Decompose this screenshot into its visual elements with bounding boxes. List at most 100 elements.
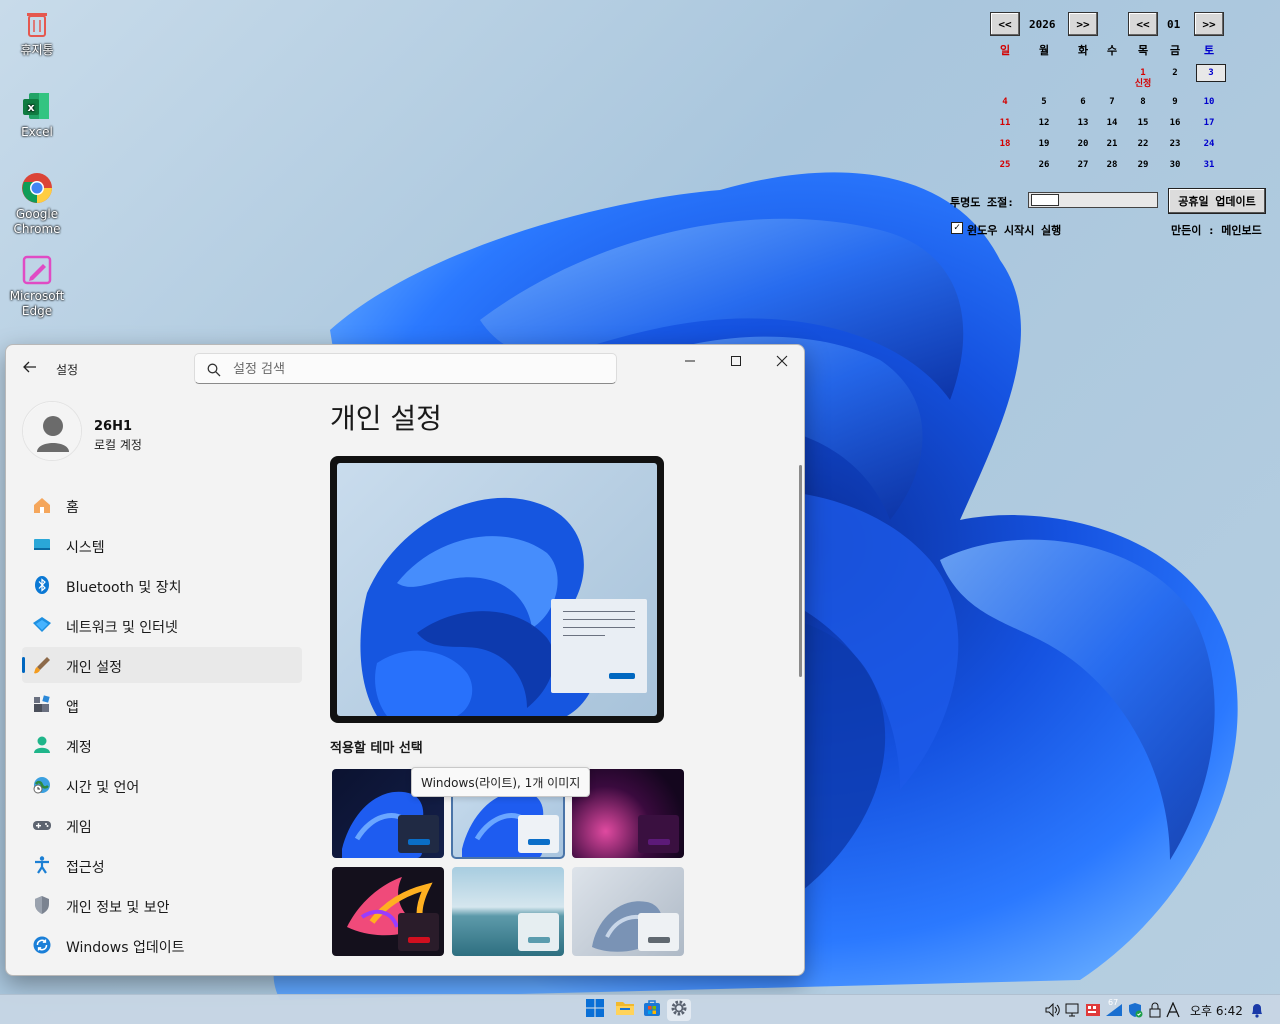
month-label: 01 — [1167, 18, 1181, 31]
minimize-icon — [684, 352, 696, 371]
taskbar-clock[interactable]: 오후 6:42 — [1190, 1002, 1243, 1019]
calendar-day[interactable]: 28 — [1099, 160, 1125, 170]
transparency-slider[interactable] — [1028, 192, 1158, 208]
theme-mini-window — [638, 815, 679, 853]
calendar-day[interactable]: 7 — [1099, 97, 1125, 107]
desktop-icon-excel[interactable]: x Excel — [6, 90, 68, 140]
start-button[interactable] — [583, 999, 607, 1021]
calendar-day[interactable]: 21 — [1099, 139, 1125, 149]
slider-thumb[interactable] — [1031, 194, 1059, 206]
nav-item-home[interactable]: 홈 — [22, 487, 302, 523]
holiday-update-button[interactable]: 공휴일 업데이트 — [1168, 188, 1266, 214]
prev-month-button[interactable]: << — [1128, 12, 1158, 36]
nav-item-gaming[interactable]: 게임 — [22, 807, 302, 843]
desktop-icon-chrome[interactable]: Google Chrome — [6, 172, 68, 237]
maximize-button[interactable] — [713, 345, 759, 377]
calendar-day[interactable]: 20 — [1070, 139, 1096, 149]
theme-sunrise[interactable] — [452, 867, 564, 956]
nav-item-apps[interactable]: 앱 — [22, 687, 302, 723]
calendar-day[interactable]: 15 — [1130, 118, 1156, 128]
author-label: 만든이 : 메인보드 — [1171, 224, 1262, 237]
calendar-day[interactable]: 22 — [1130, 139, 1156, 149]
nav-label: 네트워크 및 인터넷 — [66, 620, 178, 636]
theme-flow[interactable] — [572, 867, 684, 956]
chrome-icon — [21, 172, 53, 204]
nav-item-accessibility[interactable]: 접근성 — [22, 847, 302, 883]
nav-item-system[interactable]: 시스템 — [22, 527, 302, 563]
settings-gear-icon — [670, 999, 688, 1021]
cpu-tray-icon[interactable]: 67 — [1104, 998, 1124, 1019]
desktop-icon-recycle-bin[interactable]: 휴지통 — [6, 8, 68, 58]
nav-item-accounts[interactable]: 계정 — [22, 727, 302, 763]
taskbar: 67 오후 6:42 — [0, 994, 1280, 1024]
accounts-icon — [32, 735, 52, 755]
calendar-day[interactable]: 25 — [992, 160, 1018, 170]
nav-item-windows-update[interactable]: Windows 업데이트 — [22, 927, 302, 963]
weekday-fri: 금 — [1169, 44, 1181, 57]
calendar-day[interactable]: 10 — [1196, 97, 1222, 107]
keyboard-tray-icon[interactable] — [1084, 1001, 1102, 1019]
startup-checkbox[interactable]: ✓ — [951, 222, 963, 234]
nav-item-personalization[interactable]: 개인 설정 — [22, 647, 302, 683]
calendar-day[interactable]: 16 — [1162, 118, 1188, 128]
calendar-day[interactable]: 18 — [992, 139, 1018, 149]
calendar-day[interactable]: 31 — [1196, 160, 1222, 170]
nav-label: Windows 업데이트 — [66, 940, 185, 956]
calendar-day[interactable]: 13 — [1070, 118, 1096, 128]
file-explorer-button[interactable] — [613, 999, 637, 1021]
theme-captured-motion[interactable] — [332, 867, 444, 956]
settings-taskbar-button[interactable] — [667, 999, 691, 1021]
calendar-day[interactable]: 19 — [1031, 139, 1057, 149]
security-tray-icon[interactable] — [1126, 1001, 1144, 1019]
calendar-day[interactable]: 5 — [1031, 97, 1057, 107]
minimize-button[interactable] — [667, 345, 713, 377]
next-month-button[interactable]: >> — [1194, 12, 1224, 36]
nav-label: 게임 — [66, 820, 92, 836]
calendar-day[interactable]: 9 — [1162, 97, 1188, 107]
search-input[interactable] — [233, 359, 603, 379]
calendar-day[interactable]: 29 — [1130, 160, 1156, 170]
calendar-day[interactable]: 14 — [1099, 118, 1125, 128]
nav-label: 계정 — [66, 740, 92, 756]
volume-icon[interactable] — [1044, 1001, 1062, 1019]
desktop-icon-edge[interactable]: Microsoft Edge — [6, 254, 68, 319]
transparency-label: 투명도 조절: — [950, 196, 1014, 209]
nav-item-network[interactable]: 네트워크 및 인터넷 — [22, 607, 302, 643]
next-year-button[interactable]: >> — [1068, 12, 1098, 36]
calendar-day[interactable]: 6 — [1070, 97, 1096, 107]
lock-tray-icon[interactable] — [1146, 1001, 1164, 1019]
calendar-day[interactable]: 12 — [1031, 118, 1057, 128]
theme-section-label: 적용할 테마 선택 — [330, 741, 423, 756]
bluetooth-icon — [32, 575, 52, 595]
recycle-bin-icon — [21, 8, 53, 40]
calendar-day[interactable]: 24 — [1196, 139, 1222, 149]
nav-label: 접근성 — [66, 860, 105, 876]
year-label: 2026 — [1029, 18, 1056, 31]
calendar-day[interactable]: 23 — [1162, 139, 1188, 149]
theme-mini-window — [398, 815, 439, 853]
back-button[interactable] — [18, 357, 42, 381]
nav-label: 홈 — [66, 500, 79, 516]
startup-checkbox-label: 윈도우 시작시 실행 — [967, 224, 1062, 237]
window-title: 설정 — [56, 363, 79, 377]
calendar-day[interactable]: 26 — [1031, 160, 1057, 170]
nav-item-privacy[interactable]: 개인 정보 및 보안 — [22, 887, 302, 923]
ime-tray-icon[interactable] — [1165, 1001, 1181, 1019]
calendar-day[interactable]: 11 — [992, 118, 1018, 128]
nav-item-bluetooth[interactable]: Bluetooth 및 장치 — [22, 567, 302, 603]
calendar-day[interactable]: 27 — [1070, 160, 1096, 170]
prev-year-button[interactable]: << — [990, 12, 1020, 36]
calendar-day[interactable]: 17 — [1196, 118, 1222, 128]
calendar-day[interactable]: 30 — [1162, 160, 1188, 170]
store-button[interactable] — [640, 999, 664, 1021]
nav-item-time-language[interactable]: 시간 및 언어 — [22, 767, 302, 803]
calendar-day[interactable]: 3 — [1196, 64, 1226, 82]
search-box[interactable] — [194, 353, 617, 384]
notification-bell-icon[interactable] — [1248, 1001, 1266, 1019]
calendar-day[interactable]: 4 — [992, 97, 1018, 107]
close-button[interactable] — [759, 345, 804, 377]
calendar-day[interactable]: 8 — [1130, 97, 1156, 107]
calendar-day[interactable]: 2 — [1162, 68, 1188, 78]
scrollbar[interactable] — [799, 465, 802, 677]
network-tray-icon[interactable] — [1064, 1001, 1082, 1019]
